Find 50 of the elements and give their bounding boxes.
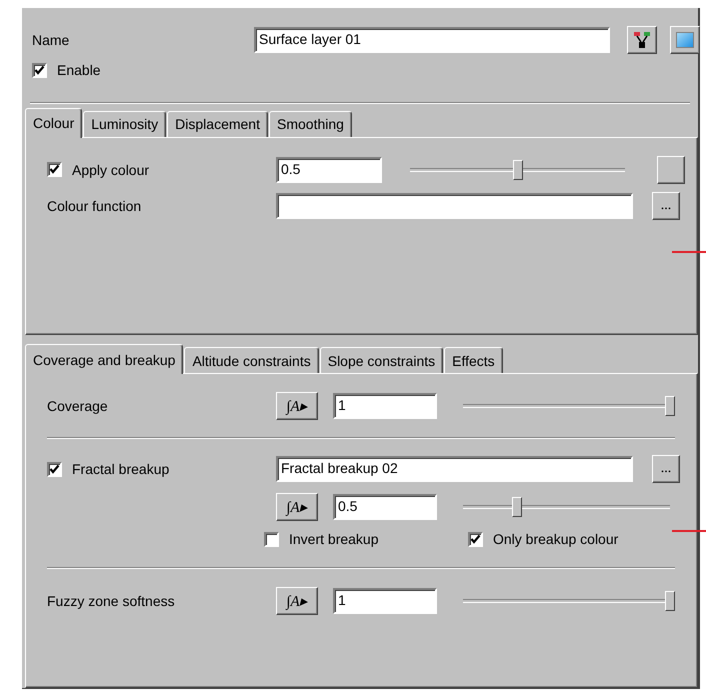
preview-icon — [676, 32, 694, 48]
coverage-label: Coverage — [47, 398, 109, 414]
checkbox[interactable]: Only breakup colour — [468, 531, 618, 548]
colour-function-label: Colour function — [47, 198, 142, 214]
checkbox[interactable]: Enable — [32, 62, 698, 78]
leader-line — [672, 251, 706, 253]
coverage-field[interactable]: 1 — [333, 393, 437, 420]
checkbox-box[interactable] — [47, 462, 62, 477]
slider-thumb[interactable] — [665, 591, 675, 612]
checkbox-box[interactable] — [264, 532, 279, 547]
checkbox[interactable]: Fractal breakup — [47, 461, 276, 478]
tab[interactable]: Smoothing — [269, 110, 352, 137]
checkbox[interactable]: Invert breakup — [264, 531, 468, 548]
checkbox[interactable]: Apply colour — [47, 162, 276, 178]
breakup-strength-field[interactable]: 0.5 — [333, 494, 437, 520]
colour-swatch-button[interactable] — [657, 156, 685, 184]
tab[interactable]: Slope constraints — [320, 347, 444, 374]
checkbox-label: Apply colour — [72, 162, 150, 178]
browse-button[interactable]: ... — [652, 455, 680, 484]
slider-thumb[interactable] — [512, 160, 522, 180]
slider-thumb[interactable] — [512, 497, 522, 518]
node-tree-button[interactable] — [627, 26, 657, 54]
tab[interactable]: Displacement — [167, 110, 268, 137]
tab[interactable]: Coverage and breakup — [25, 344, 184, 374]
browse-button[interactable]: ... — [652, 192, 680, 220]
preview-button[interactable] — [670, 26, 700, 54]
slider-thumb[interactable] — [665, 396, 675, 416]
tab[interactable]: Luminosity — [83, 110, 166, 137]
name-label: Name — [32, 32, 70, 48]
fuzzy-zone-softness-field[interactable]: 1 — [333, 588, 437, 614]
function-button[interactable]: ∫A▸ — [276, 392, 318, 420]
checkbox-label: Enable — [57, 62, 101, 78]
tab[interactable]: Altitude constraints — [184, 347, 319, 374]
checkbox-label: Invert breakup — [289, 531, 378, 548]
checkbox-label: Only breakup colour — [493, 531, 618, 548]
colour-value-field[interactable]: 0.5 — [276, 156, 382, 183]
function-button[interactable]: ∫A▸ — [276, 587, 318, 616]
fuzzy-zone-softness-label: Fuzzy zone softness — [47, 593, 176, 610]
colour-function-field[interactable] — [276, 192, 633, 219]
checkbox-box[interactable] — [32, 62, 47, 78]
node-tree-icon — [633, 31, 651, 49]
fractal-breakup-field[interactable]: Fractal breakup 02 — [276, 456, 633, 482]
name-field[interactable]: Surface layer 01 — [254, 27, 610, 53]
checkbox-box[interactable] — [47, 162, 62, 178]
checkbox-box[interactable] — [468, 532, 483, 547]
tab[interactable]: Colour — [25, 108, 82, 138]
checkbox-label: Fractal breakup — [72, 461, 170, 478]
leader-line — [672, 530, 706, 532]
tab[interactable]: Effects — [444, 347, 503, 374]
function-button[interactable]: ∫A▸ — [276, 493, 318, 522]
